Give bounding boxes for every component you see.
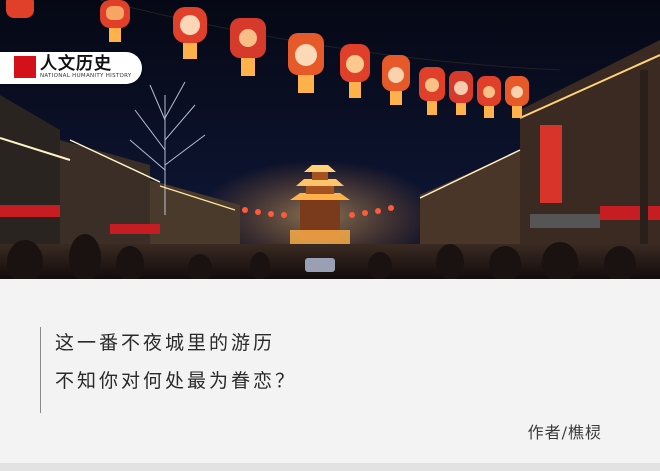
brand-badge: 人文历史 NATIONAL HUMANITY HISTORY [0, 52, 142, 84]
night-street-photo [0, 0, 660, 279]
caption-line-2: 不知你对何处最为眷恋？ [55, 370, 298, 392]
caption-divider [40, 327, 41, 413]
author-credit: 作者/樵棂 [527, 423, 602, 442]
brand-name: 人文历史 [40, 54, 112, 74]
caption-line-1: 这一番不夜城里的游历 [55, 332, 276, 354]
caption-panel: 这一番不夜城里的游历 不知你对何处最为眷恋？ 作者/樵棂 [0, 279, 660, 463]
brand-logo-icon [14, 56, 36, 78]
bottom-strip [0, 463, 660, 471]
brand-subtitle: NATIONAL HUMANITY HISTORY [40, 73, 132, 79]
